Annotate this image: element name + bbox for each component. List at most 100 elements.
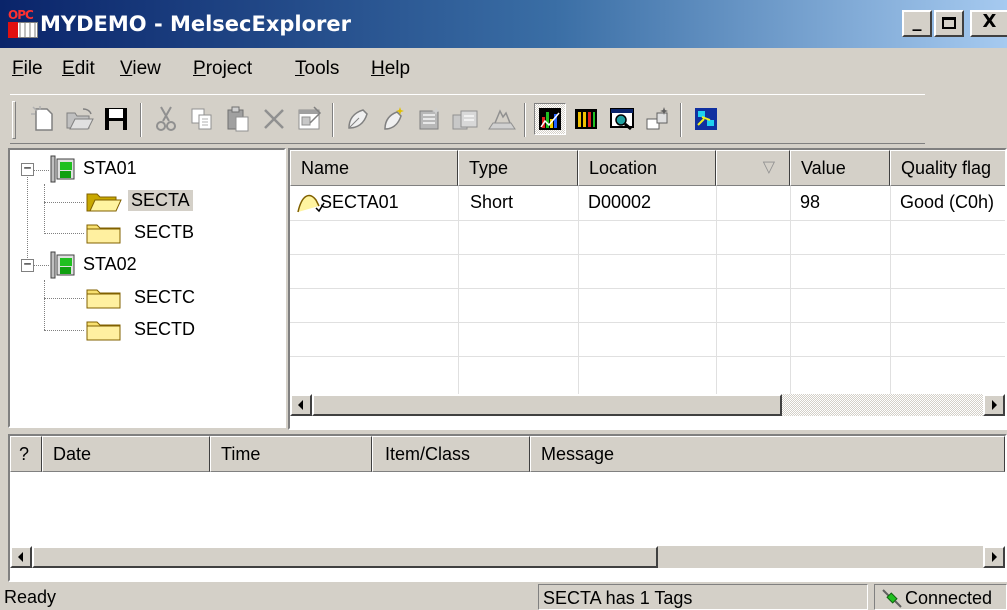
toolbar-separator [680,103,682,137]
toolbar-grip[interactable] [12,101,16,139]
delete-button[interactable] [258,103,290,135]
column-header-value[interactable]: Value [790,150,890,186]
table-row[interactable]: SECTA01 Short D00002 98 Good (C0h) [290,186,1005,220]
close-button[interactable]: X [970,10,1007,37]
copy-button[interactable] [186,103,218,135]
arrow-right-icon [992,552,997,562]
arrow-left-icon [298,400,303,410]
tag-value: 98 [800,192,821,212]
properties-button[interactable] [294,103,326,135]
arrow-left-icon [18,552,23,562]
title-bar[interactable]: OPC MYDEMO - MelsecExplorer _ X [0,0,1007,48]
open-icon [66,108,94,130]
new-station-icon [348,109,368,129]
menu-accel: E [62,58,75,79]
menu-help[interactable]: Help [371,58,410,80]
menu-label: dit [74,58,95,79]
column-header-message[interactable]: Message [530,436,1005,472]
menu-accel: T [295,58,305,79]
toolbar [10,94,925,144]
menu-accel: P [193,58,206,79]
new-tag-button[interactable] [414,103,446,135]
tree-node-sta02[interactable]: STA02 [80,254,140,275]
window-title: MYDEMO - MelsecExplorer [40,12,352,36]
new-section-button[interactable] [378,103,410,135]
open-folder-icon [86,193,122,212]
column-header-date[interactable]: Date [42,436,210,472]
folder-icon [86,289,121,309]
column-header-severity[interactable]: ? [10,436,42,472]
column-header-type[interactable]: Type [458,150,578,186]
sort-descending-icon: ▽ [762,159,775,176]
new-icon [31,106,53,131]
open-button[interactable] [64,103,96,135]
cut-button[interactable] [150,103,182,135]
minimize-icon: _ [912,11,922,32]
minimize-button[interactable]: _ [902,10,932,37]
tree-expander-sta01[interactable]: − [21,162,34,176]
menu-bar: File Edit View Project Tools Help [0,54,1007,86]
zoom-view-button[interactable] [606,103,638,135]
new-multiple-tags-icon [452,110,478,130]
cut-icon [156,106,176,131]
bar-chart-icon [575,109,597,129]
new-button[interactable] [28,103,60,135]
tag-quality: Good (C0h) [900,192,995,212]
opc-server-icon[interactable]: OPC [8,8,40,40]
tag-list-hscrollbar[interactable] [290,394,1005,416]
new-section-icon [384,107,404,130]
bar-chart-button[interactable] [570,103,602,135]
monitor-icon [539,108,561,130]
monitor-button[interactable] [534,103,566,135]
menu-file[interactable]: File [12,58,43,80]
column-header-item-class[interactable]: Item/Class [372,436,530,472]
tree-expander-sta02[interactable]: − [21,258,34,272]
menu-label: ile [23,58,43,79]
tag-name: SECTA01 [320,192,399,212]
tag-list[interactable]: Name Type Location ▽ Value Quality flag … [288,148,1007,430]
new-multiple-tags-button[interactable] [450,103,482,135]
menu-view[interactable]: View [120,58,161,80]
event-log-hscrollbar[interactable] [10,546,1005,568]
column-header-sort[interactable]: ▽ [716,150,790,186]
menu-label: roject [205,58,253,79]
copy-icon [191,108,212,130]
station-tree[interactable]: − STA01 SECTA SECTB − STA02 SECTC SECTD [8,148,286,428]
tree-node-secta[interactable]: SECTA [128,190,193,211]
tree-node-sectc[interactable]: SECTC [131,287,198,308]
save-button[interactable] [100,103,132,135]
menu-label: elp [384,58,411,79]
scroll-thumb[interactable] [312,394,782,416]
new-station-button[interactable] [342,103,374,135]
import-button[interactable] [486,103,518,135]
status-tag-count: SECTA has 1 Tags [538,584,868,610]
properties-icon [298,106,322,130]
menu-label: ools [304,58,340,79]
column-header-time[interactable]: Time [210,436,372,472]
menu-project[interactable]: Project [193,58,252,80]
tree-node-sta01[interactable]: STA01 [80,158,140,179]
tree-node-sectd[interactable]: SECTD [131,319,198,340]
column-header-location[interactable]: Location [578,150,716,186]
menu-tools[interactable]: Tools [295,58,339,80]
station-icon [50,155,75,183]
event-log[interactable]: ? Date Time Item/Class Message [8,434,1007,582]
save-icon [105,108,127,130]
scroll-left-button[interactable] [10,546,32,568]
scroll-left-button[interactable] [290,394,312,416]
column-header-name[interactable]: Name [290,150,458,186]
network-button[interactable] [690,103,722,135]
scroll-thumb[interactable] [32,546,658,568]
tree-node-sectb[interactable]: SECTB [131,222,197,243]
config-button[interactable] [642,103,674,135]
maximize-button[interactable] [934,10,964,37]
menu-accel: H [371,58,385,79]
column-header-quality[interactable]: Quality flag [890,150,1005,186]
scroll-right-button[interactable] [983,394,1005,416]
paste-button[interactable] [222,103,254,135]
folder-icon [86,321,121,341]
paste-icon [227,106,249,132]
menu-edit[interactable]: Edit [62,58,95,80]
scroll-right-button[interactable] [983,546,1005,568]
status-connection: Connected [874,584,1007,610]
